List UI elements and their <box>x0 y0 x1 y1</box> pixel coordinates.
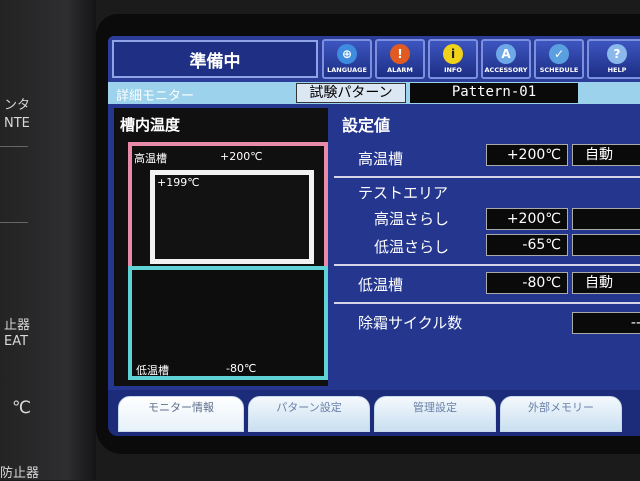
settings-divider <box>334 264 640 266</box>
hot-chamber-setting-label: 高温槽 <box>358 150 404 168</box>
check-icon: ✓ <box>549 44 569 64</box>
language-button-label: LANGUAGE <box>327 66 367 74</box>
bezel-label: ンタ <box>4 98 31 113</box>
cold-chamber-label: 低温槽 <box>136 364 169 377</box>
bezel-label: 防止器 <box>0 466 40 481</box>
language-button[interactable]: ⊕ LANGUAGE <box>322 39 372 79</box>
alarm-button[interactable]: ! ALARM <box>375 39 425 79</box>
accessory-icon: A <box>496 44 516 64</box>
help-button-label: HELP <box>607 66 627 74</box>
header-bar: 準備中 ⊕ LANGUAGE ! ALARM i INFO A ACCESSOR… <box>108 36 640 82</box>
bezel-divider <box>0 146 28 147</box>
cold-chamber-setpoint[interactable]: -80℃ <box>486 272 568 294</box>
settings-panel: 設定値 高温槽 +200℃ 自動 テストエリア 高温さらし +200℃ 低温さら… <box>334 108 640 386</box>
info-button[interactable]: i INFO <box>428 39 478 79</box>
hot-chamber-mode[interactable]: 自動 <box>572 144 640 166</box>
alert-icon: ! <box>390 44 410 64</box>
bezel-label: 止器 <box>4 318 31 333</box>
globe-icon: ⊕ <box>337 44 357 64</box>
cold-chamber-mode[interactable]: 自動 <box>572 272 640 294</box>
settings-title: 設定値 <box>342 116 391 135</box>
settings-divider <box>334 302 640 304</box>
cold-exposure-label: 低温さらし <box>374 238 450 256</box>
cold-chamber-temp: -80℃ <box>226 362 257 375</box>
bezel-label: EAT <box>4 334 29 349</box>
accessory-button-label: ACCESSORY <box>484 66 528 74</box>
hot-exposure-extra <box>572 208 640 230</box>
bezel-label: ℃ <box>12 398 32 418</box>
hot-chamber-temp: +200℃ <box>220 150 263 163</box>
chamber-diagram: 高温槽 +200℃ +199℃ 低温槽 -80℃ <box>128 142 328 380</box>
hot-chamber-label: 高温槽 <box>134 152 167 165</box>
page-title: 詳細モニター <box>116 89 195 104</box>
test-area-box: +199℃ <box>150 170 314 264</box>
tab-pattern-settings[interactable]: パターン設定 <box>248 396 370 432</box>
test-area-temp: +199℃ <box>157 176 200 189</box>
sub-header: 詳細モニター 試験パターン Pattern-01 <box>108 82 640 104</box>
cold-chamber-divider <box>128 266 328 270</box>
alarm-button-label: ALARM <box>387 66 413 74</box>
cold-exposure-extra <box>572 234 640 256</box>
bezel-divider <box>0 222 28 223</box>
chamber-temp-title: 槽内温度 <box>120 116 181 134</box>
tab-monitor-info[interactable]: モニター情報 <box>118 396 244 432</box>
touch-screen: 準備中 ⊕ LANGUAGE ! ALARM i INFO A ACCESSOR… <box>108 36 640 436</box>
schedule-button-label: SCHEDULE <box>539 66 579 74</box>
defrost-cycles-label: 除霜サイクル数 <box>358 314 463 332</box>
tab-management-settings[interactable]: 管理設定 <box>374 396 496 432</box>
hot-chamber-setpoint[interactable]: +200℃ <box>486 144 568 166</box>
test-pattern-label: 試験パターン <box>296 83 406 103</box>
settings-divider <box>334 176 640 178</box>
chamber-temperature-panel: 槽内温度 高温槽 +200℃ +199℃ 低温槽 -80℃ <box>114 108 328 386</box>
info-button-label: INFO <box>444 66 462 74</box>
help-icon: ? <box>607 44 627 64</box>
cold-chamber-setting-label: 低温槽 <box>358 276 404 294</box>
help-button[interactable]: ? HELP <box>587 39 640 79</box>
defrost-cycles-value[interactable]: -- <box>572 312 640 334</box>
cold-exposure-setpoint[interactable]: -65℃ <box>486 234 568 256</box>
info-icon: i <box>443 44 463 64</box>
accessory-button[interactable]: A ACCESSORY <box>481 39 531 79</box>
bottom-tab-bar: モニター情報 パターン設定 管理設定 外部メモリー <box>108 390 640 436</box>
tab-external-memory[interactable]: 外部メモリー <box>500 396 622 432</box>
test-area-label: テストエリア <box>358 184 449 202</box>
hot-exposure-setpoint[interactable]: +200℃ <box>486 208 568 230</box>
hot-exposure-label: 高温さらし <box>374 210 450 228</box>
operation-status: 準備中 <box>112 40 318 78</box>
schedule-button[interactable]: ✓ SCHEDULE <box>534 39 584 79</box>
bezel-label: NTE <box>4 116 30 131</box>
pattern-name-display[interactable]: Pattern-01 <box>410 83 578 103</box>
